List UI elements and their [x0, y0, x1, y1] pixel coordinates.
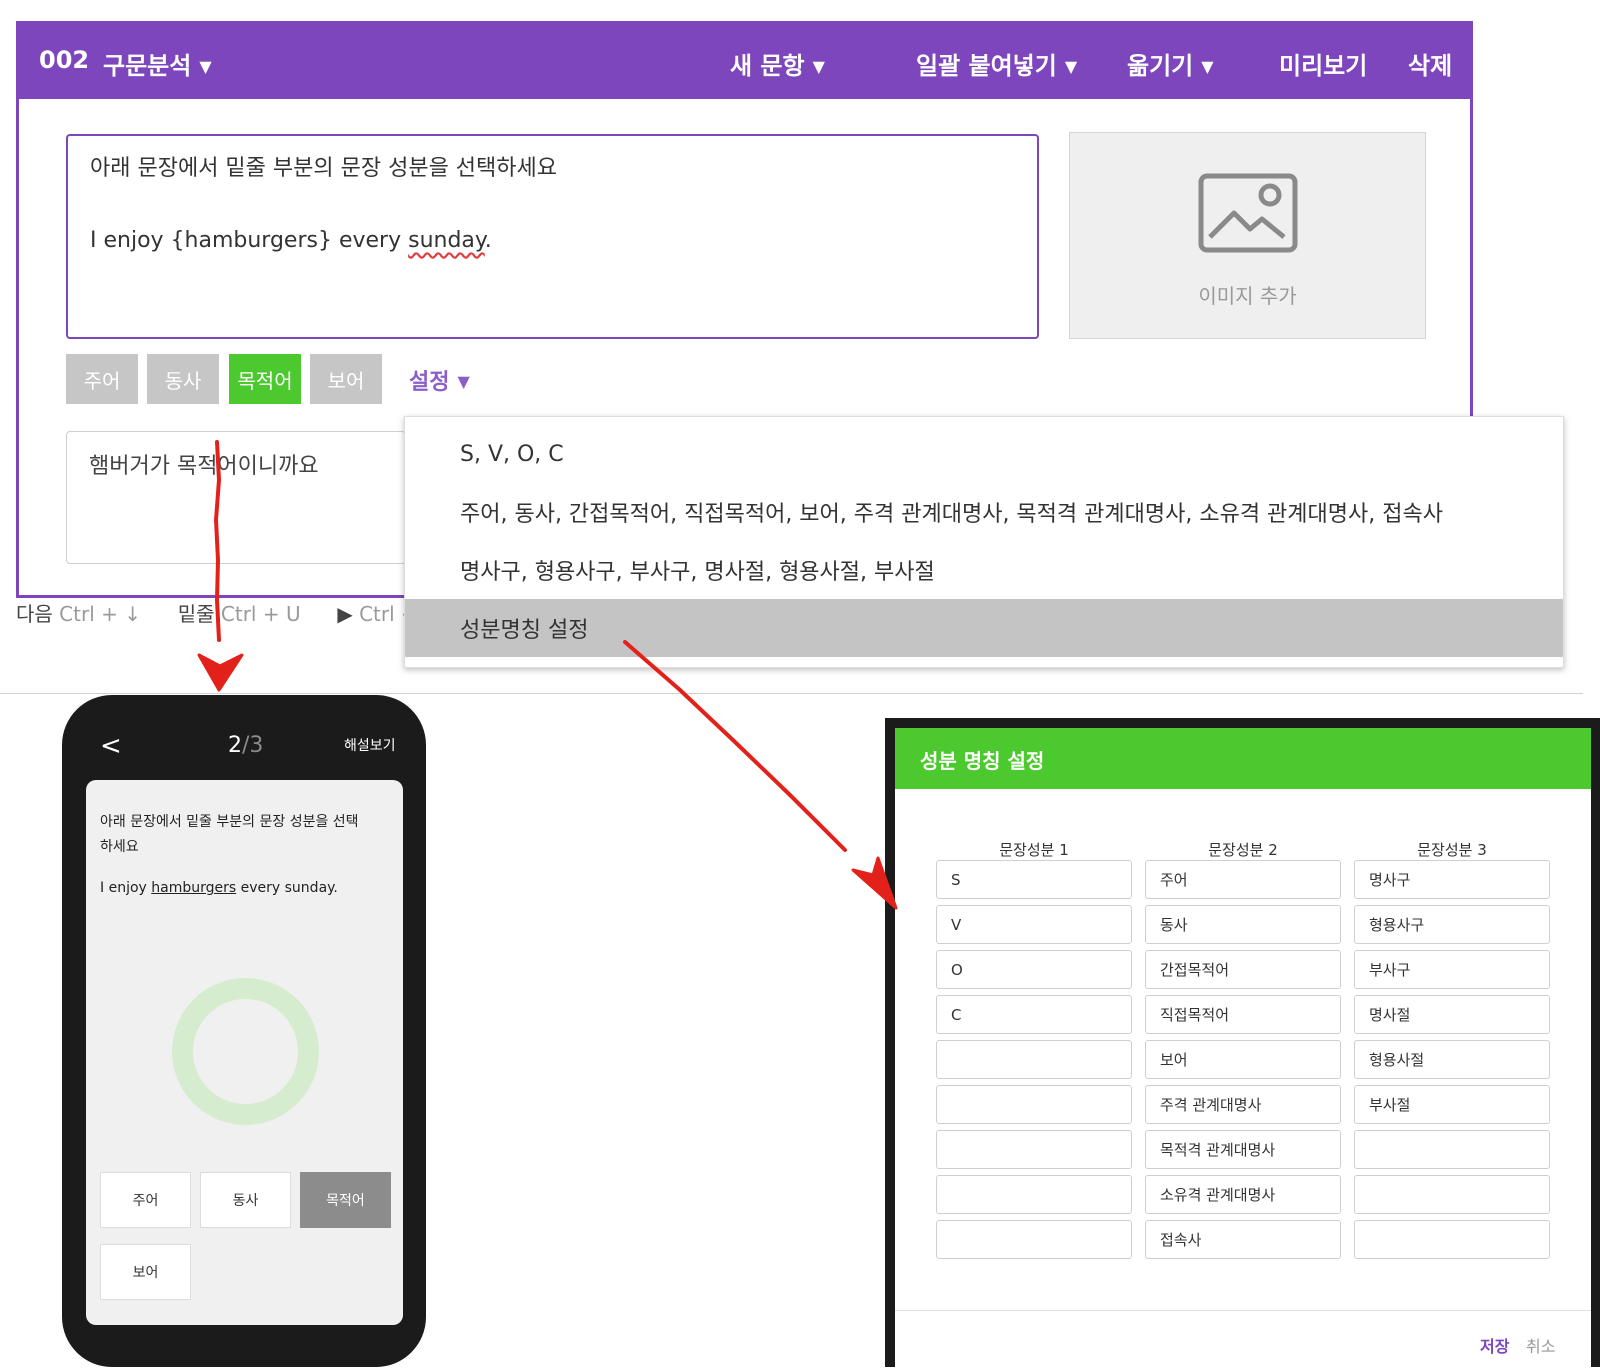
name-field[interactable]	[1354, 1130, 1550, 1169]
name-field[interactable]	[1354, 1175, 1550, 1214]
question-textarea[interactable]: 아래 문장에서 밑줄 부분의 문장 성분을 선택하세요 I enjoy {ham…	[66, 134, 1039, 339]
phone-option-verb[interactable]: 동사	[200, 1172, 291, 1228]
phone-option-complement[interactable]: 보어	[100, 1244, 191, 1300]
shortcut-underline-combo: Ctrl + U	[220, 602, 301, 626]
delete-button[interactable]: 삭제	[1408, 46, 1452, 81]
name-field[interactable]: O	[936, 950, 1132, 989]
name-field[interactable]: 명사구	[1354, 860, 1550, 899]
name-field[interactable]	[936, 1220, 1132, 1259]
dialog-title: 성분 명칭 설정	[895, 728, 1591, 789]
shortcut-play-key: ▶	[337, 602, 353, 626]
spellcheck-word: sunday	[408, 228, 485, 253]
shortcut-hints: 다음 Ctrl + ↓ 밑줄 Ctrl + U ▶ Ctrl + 6	[16, 598, 437, 627]
underlined-word: hamburgers	[151, 880, 237, 896]
name-field[interactable]: V	[936, 905, 1132, 944]
question-sentence: I enjoy {hamburgers} every sunday.	[90, 228, 492, 253]
tag-verb-button[interactable]: 동사	[147, 354, 219, 404]
name-field[interactable]: 주어	[1145, 860, 1341, 899]
shortcut-next-key: 다음	[16, 602, 53, 626]
name-field[interactable]: S	[936, 860, 1132, 899]
column-header-1: 문장성분 1	[999, 841, 1069, 859]
editor-toolbar: 002 구문분석 ▼ 새 문항 ▼ 일괄 붙여넣기 ▼ 옮기기 ▼ 미리보기 삭제	[19, 24, 1470, 99]
column-header-3: 문장성분 3	[1417, 841, 1487, 859]
question-type-dropdown[interactable]: 구문분석 ▼	[103, 46, 212, 81]
name-field[interactable]: 보어	[1145, 1040, 1341, 1079]
new-item-label: 새 문항	[730, 52, 805, 80]
caret-down-icon: ▼	[457, 372, 470, 391]
name-field[interactable]: 간접목적어	[1145, 950, 1341, 989]
dropdown-option-svoc[interactable]: S, V, O, C	[405, 425, 1563, 483]
arrow-to-dialog	[623, 640, 898, 910]
dialog-footer-divider	[895, 1310, 1591, 1311]
explain-button[interactable]: 해설보기	[344, 735, 396, 755]
phone-option-object[interactable]: 목적어	[300, 1172, 391, 1228]
move-menu[interactable]: 옮기기 ▼	[1127, 46, 1214, 81]
question-text: 아래 문장에서 밑줄 부분의 문장 성분을 선택하세요	[90, 156, 558, 181]
name-field[interactable]: 부사절	[1354, 1085, 1550, 1124]
phone-screen: 아래 문장에서 밑줄 부분의 문장 성분을 선택하세요 I enjoy hamb…	[86, 780, 403, 1325]
name-field[interactable]: C	[936, 995, 1132, 1034]
name-field[interactable]: 직접목적어	[1145, 995, 1341, 1034]
settings-label: 설정	[409, 370, 450, 395]
name-field[interactable]	[936, 1085, 1132, 1124]
shortcut-underline-key: 밑줄	[177, 602, 215, 626]
caret-down-icon: ▼	[199, 57, 212, 76]
component-name-dialog: 성분 명칭 설정 문장성분 1 문장성분 2 문장성분 3 S V O C 주어동사간접…	[885, 718, 1600, 1371]
image-icon	[1198, 173, 1298, 253]
back-icon[interactable]: <	[100, 731, 122, 761]
settings-dropdown[interactable]: 설정 ▼	[409, 364, 470, 396]
dropdown-option-korean-parts[interactable]: 주어, 동사, 간접목적어, 직접목적어, 보어, 주격 관계대명사, 목적격 …	[405, 483, 1563, 541]
name-field[interactable]: 형용사구	[1354, 905, 1550, 944]
preview-button[interactable]: 미리보기	[1279, 46, 1367, 81]
name-field[interactable]: 동사	[1145, 905, 1341, 944]
explanation-textarea[interactable]: 햄버거가 목적어이니까요	[66, 431, 406, 564]
settings-dropdown-menu: S, V, O, C 주어, 동사, 간접목적어, 직접목적어, 보어, 주격 …	[404, 416, 1564, 668]
tag-subject-button[interactable]: 주어	[66, 354, 138, 404]
add-image-button[interactable]: 이미지 추가	[1069, 132, 1426, 339]
name-field[interactable]	[936, 1040, 1132, 1079]
new-item-menu[interactable]: 새 문항 ▼	[730, 46, 825, 81]
column-header-2: 문장성분 2	[1208, 841, 1278, 859]
question-number: 002	[39, 46, 90, 74]
caret-down-icon: ▼	[1201, 57, 1214, 76]
caret-down-icon: ▼	[812, 57, 825, 76]
tag-complement-button[interactable]: 보어	[310, 354, 382, 404]
phone-sentence: I enjoy hamburgers every sunday.	[100, 880, 338, 896]
name-field[interactable]: 형용사절	[1354, 1040, 1550, 1079]
phone-option-subject[interactable]: 주어	[100, 1172, 191, 1228]
name-field[interactable]: 주격 관계대명사	[1145, 1085, 1341, 1124]
save-button[interactable]: 저장	[1480, 1333, 1509, 1357]
name-field[interactable]: 명사절	[1354, 995, 1550, 1034]
page-indicator: 2/3	[228, 733, 263, 758]
name-field[interactable]: 부사구	[1354, 950, 1550, 989]
cancel-button[interactable]: 취소	[1526, 1333, 1555, 1357]
phone-question: 아래 문장에서 밑줄 부분의 문장 성분을 선택하세요	[100, 814, 359, 855]
move-label: 옮기기	[1127, 52, 1194, 80]
dialog-body: 성분 명칭 설정 문장성분 1 문장성분 2 문장성분 3 S V O C 주어동사간접…	[895, 728, 1591, 1371]
dropdown-option-name-settings[interactable]: 성분명칭 설정	[405, 599, 1563, 657]
loading-ring	[172, 978, 319, 1125]
phone-preview: < 2/3 해설보기 아래 문장에서 밑줄 부분의 문장 성분을 선택하세요 I…	[62, 695, 426, 1367]
shortcut-next-combo: Ctrl + ↓	[59, 602, 141, 626]
bulk-paste-label: 일괄 붙여넣기	[916, 52, 1057, 80]
name-field[interactable]: 목적격 관계대명사	[1145, 1130, 1341, 1169]
section-divider	[0, 693, 1583, 694]
tag-object-button[interactable]: 목적어	[229, 354, 301, 404]
name-field[interactable]: 소유격 관계대명사	[1145, 1175, 1341, 1214]
page-current: 2	[228, 733, 242, 758]
bulk-paste-menu[interactable]: 일괄 붙여넣기 ▼	[916, 46, 1077, 81]
question-type-label: 구문분석	[103, 52, 192, 80]
name-field[interactable]	[1354, 1220, 1550, 1259]
add-image-label: 이미지 추가	[1198, 284, 1297, 308]
page-total: /3	[242, 733, 264, 758]
name-field[interactable]	[936, 1130, 1132, 1169]
name-field[interactable]: 접속사	[1145, 1220, 1341, 1259]
caret-down-icon: ▼	[1064, 57, 1078, 76]
name-field[interactable]	[936, 1175, 1132, 1214]
dropdown-option-phrases-clauses[interactable]: 명사구, 형용사구, 부사구, 명사절, 형용사절, 부사절	[405, 541, 1563, 599]
